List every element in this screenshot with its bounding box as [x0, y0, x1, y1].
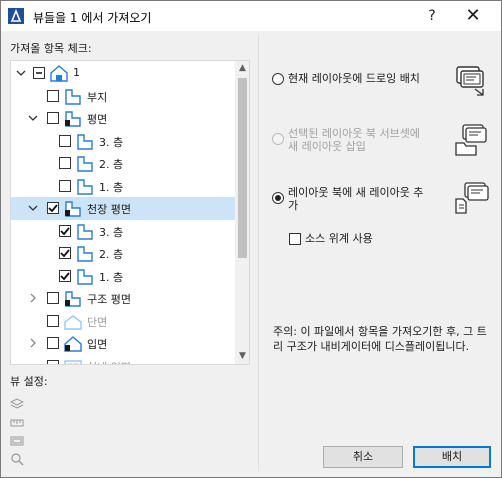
import-views-dialog: 뷰들을 1 에서 가져오기 ? ✕ 가져올 항목 체크: 1 부지평면 3. 층 2.…: [0, 0, 502, 478]
plan-view-icon: [65, 88, 81, 105]
tree-item-checkbox[interactable]: [59, 269, 71, 282]
tree-item-checkbox[interactable]: [59, 157, 71, 169]
zoom-icon[interactable]: [10, 452, 24, 466]
tree-item-checkbox[interactable]: [47, 359, 59, 364]
project-icon: [50, 65, 68, 82]
tree-item-checkbox[interactable]: [59, 179, 71, 192]
scroll-down-arrow[interactable]: ▼: [235, 349, 249, 364]
tree-scrollbar[interactable]: ▲ ▼: [235, 61, 249, 364]
tree-item-label: 1: [73, 66, 80, 79]
close-button[interactable]: ✕: [456, 5, 490, 27]
chevron-right-icon[interactable]: [27, 292, 39, 304]
import-note: 주의: 이 파일에서 항목을 가져오기한 후, 그 트리 구조가 내비게이터에 …: [273, 325, 487, 353]
option-add-layout-label[interactable]: 레이아웃 북에 새 레이아웃 추 가: [288, 186, 423, 212]
option-insert-subset-label[interactable]: 선택된 레이아웃 북 서브셋에 새 레이아웃 삽입: [288, 127, 420, 153]
tree-item[interactable]: 1: [11, 62, 235, 85]
chevron-right-icon[interactable]: [27, 337, 39, 349]
plan-view-icon: [77, 246, 93, 262]
chevron-down-icon[interactable]: [15, 67, 27, 79]
dialog-title: 뷰들을 1 에서 가져오기: [33, 11, 152, 25]
tree-item-checkbox[interactable]: [59, 247, 71, 259]
tree-item[interactable]: 3. 층: [11, 220, 235, 243]
tree-item-checkbox[interactable]: [47, 314, 59, 327]
title-bar: 뷰들을 1 에서 가져오기 ? ✕: [1, 1, 501, 31]
check-items-label: 가져올 항목 체크:: [10, 42, 92, 55]
tree-item-label: 단면: [87, 315, 108, 329]
layout-book-add-icon: [455, 182, 489, 214]
checkmark-icon: [48, 204, 58, 213]
import-items-tree[interactable]: 1 부지 평면 3. 층 2. 층 1. 층 천장 평면 3. 층 2. 층 1. 층 구조 평면 단…: [10, 60, 250, 365]
tree-item-checkbox[interactable]: [47, 89, 59, 102]
scroll-thumb[interactable]: [238, 78, 247, 258]
tree-item-label: 1. 층: [99, 180, 124, 194]
plan-view-icon: [77, 268, 93, 285]
tree-item[interactable]: 단면: [11, 310, 235, 333]
help-button[interactable]: ?: [417, 5, 447, 27]
tree-item[interactable]: 부지: [11, 85, 235, 108]
use-source-hierarchy-checkbox[interactable]: [289, 233, 301, 245]
tree-item[interactable]: 천장 평면: [11, 197, 235, 220]
tree-item-label: 2. 층: [99, 158, 124, 171]
tree-item[interactable]: 1. 층: [11, 265, 235, 288]
radio-place-drawing[interactable]: [272, 73, 284, 85]
place-drawing-icon: [456, 66, 484, 96]
elevation-icon: [64, 336, 82, 352]
plan-view-icon: [77, 223, 93, 240]
tree-item-label: 2. 층: [99, 248, 124, 261]
tree-item-label: 3. 층: [99, 135, 124, 149]
option-place-drawing-label[interactable]: 현재 레이아웃에 드로잉 배치: [288, 72, 420, 85]
tree-item-label: 1. 층: [99, 270, 124, 284]
tree-item-label: 3. 층: [99, 225, 124, 239]
tree-item[interactable]: 구조 평면: [11, 287, 235, 310]
plan-view-icon: [77, 133, 93, 150]
tree-item[interactable]: 입면: [11, 332, 235, 355]
tree-item[interactable]: 3. 층: [11, 130, 235, 153]
tree-item-checkbox[interactable]: [47, 202, 59, 214]
chevron-down-icon[interactable]: [27, 202, 39, 214]
tree-item[interactable]: 1. 층: [11, 175, 235, 198]
floor-plan-folder-icon: [65, 111, 81, 127]
tree-item-checkbox[interactable]: [33, 67, 45, 79]
interior-elevation-icon: [64, 359, 82, 364]
tree-item-checkbox[interactable]: [47, 292, 59, 304]
plan-view-icon: [77, 156, 93, 172]
tree-item[interactable]: 2. 층: [11, 242, 235, 265]
tree-item-checkbox[interactable]: [59, 224, 71, 237]
checkmark-icon: [60, 271, 70, 280]
tree-item-label: 부지: [87, 90, 108, 104]
tree-item-label: 평면: [87, 113, 108, 126]
checkmark-icon: [60, 226, 70, 235]
tree-item-checkbox[interactable]: [47, 337, 59, 349]
tree-item[interactable]: 2. 층: [11, 152, 235, 175]
view-settings-label: 뷰 설정:: [10, 375, 48, 388]
radio-add-layout[interactable]: [272, 192, 284, 204]
section-icon: [64, 314, 82, 330]
partial-check-icon: [36, 72, 42, 74]
panel-divider: [258, 35, 259, 471]
tree-item-checkbox[interactable]: [59, 134, 71, 147]
frame-icon[interactable]: [10, 434, 24, 448]
archicad-app-icon: [8, 8, 24, 24]
checkmark-icon: [60, 249, 70, 258]
scroll-up-arrow[interactable]: ▲: [235, 61, 249, 76]
tree-item[interactable]: 실내 입면: [11, 355, 235, 365]
place-button[interactable]: 배치: [413, 446, 491, 468]
cancel-button[interactable]: 취소: [323, 446, 403, 468]
tree-item-label: 실내 입면: [87, 359, 131, 365]
radio-insert-subset[interactable]: [272, 133, 284, 145]
tree-item-label: 구조 평면: [87, 293, 131, 306]
structural-plan-folder-icon: [65, 291, 81, 307]
chevron-down-icon[interactable]: [27, 112, 39, 124]
use-source-hierarchy-label[interactable]: 소스 위계 사용: [305, 232, 373, 245]
plan-view-icon: [77, 178, 93, 195]
tree-item-label: 천장 평면: [87, 203, 131, 216]
tree-item[interactable]: 평면: [11, 107, 235, 130]
ceiling-plan-folder-icon: [65, 201, 81, 217]
layout-subset-folder-icon: [455, 124, 487, 156]
tree-item-label: 입면: [87, 338, 108, 351]
layers-icon[interactable]: [10, 397, 24, 411]
tree-item-checkbox[interactable]: [47, 112, 59, 124]
scale-icon[interactable]: [10, 416, 24, 430]
